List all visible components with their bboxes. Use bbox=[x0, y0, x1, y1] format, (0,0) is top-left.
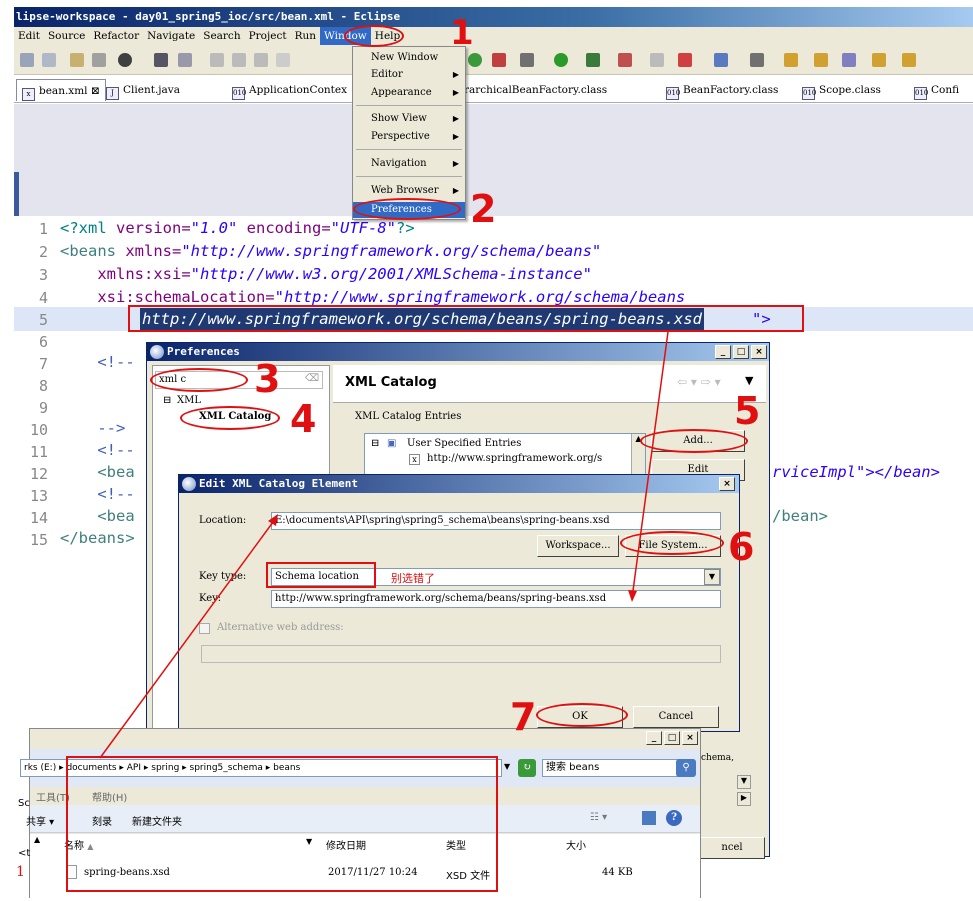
annotation-arrows bbox=[99, 331, 669, 759]
arrow-url-to-key bbox=[631, 331, 669, 599]
arrowhead-icon bbox=[628, 590, 637, 602]
arrowhead-icon bbox=[268, 514, 278, 526]
arrow-file-to-location bbox=[99, 517, 277, 759]
